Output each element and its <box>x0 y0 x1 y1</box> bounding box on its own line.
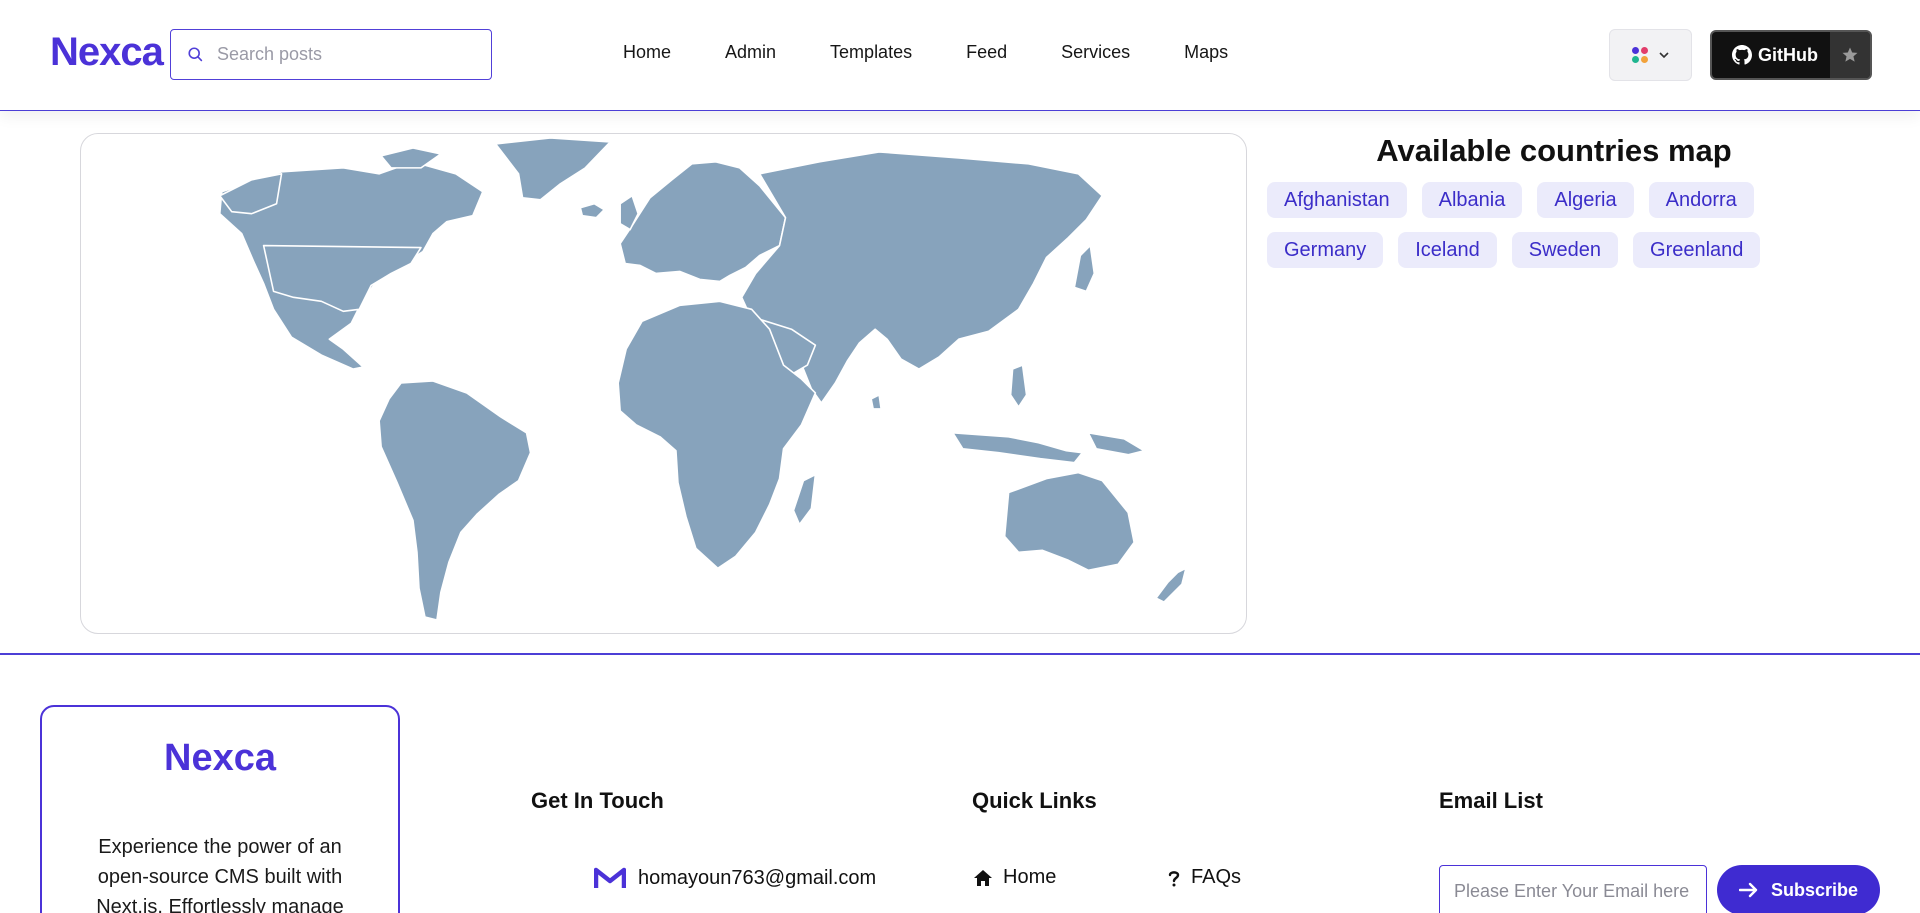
map-new-guinea <box>1087 432 1145 456</box>
map-iceland <box>579 202 606 219</box>
github-icon <box>1732 45 1752 65</box>
country-chip[interactable]: Sweden <box>1511 232 1619 268</box>
nav-home[interactable]: Home <box>623 42 671 63</box>
email-list-title: Email List <box>1439 788 1543 813</box>
quick-link-label: Home <box>1003 866 1057 888</box>
email-contact-text: homayoun763@gmail.com <box>638 866 877 889</box>
map-indonesia <box>952 432 1084 464</box>
map-greenland <box>494 137 612 201</box>
map-japan <box>1073 244 1096 293</box>
theme-selector-button[interactable] <box>1609 29 1692 81</box>
map-philippines <box>1009 364 1028 408</box>
search-input[interactable] <box>217 44 467 65</box>
home-icon <box>974 869 992 886</box>
arrow-right-icon <box>1738 882 1758 898</box>
palette-icon <box>1631 47 1648 63</box>
question-icon <box>1168 870 1180 886</box>
gmail-icon <box>594 867 626 888</box>
header: Nexca Home Admin Templates Feed Services… <box>0 0 1920 111</box>
map-south-america <box>378 380 532 621</box>
map-new-zealand <box>1155 567 1187 603</box>
world-map[interactable] <box>81 134 1246 633</box>
map-australia <box>1003 471 1135 572</box>
get-in-touch-title: Get In Touch <box>531 788 664 813</box>
quick-links-title: Quick Links <box>972 788 1097 813</box>
country-chips: Afghanistan Albania Algeria Andorra Germ… <box>1267 182 1787 268</box>
quick-link-faqs[interactable]: FAQs <box>1167 866 1241 889</box>
map-madagascar <box>792 473 817 526</box>
about-text: Experience the power of an open-source C… <box>96 836 344 913</box>
subscribe-label: Subscribe <box>1770 879 1859 900</box>
country-chip[interactable]: Greenland <box>1633 232 1761 268</box>
subscribe-button[interactable]: Subscribe <box>1717 865 1880 913</box>
nav-feed[interactable]: Feed <box>966 42 1007 63</box>
map-arctic-islands <box>380 147 442 169</box>
nav-services[interactable]: Services <box>1061 42 1130 63</box>
quick-link-home[interactable]: Home <box>973 866 1056 889</box>
nav-admin[interactable]: Admin <box>725 42 776 63</box>
about-card: Nexca Experience the power of an open-so… <box>40 705 400 913</box>
logo[interactable]: Nexca <box>50 30 164 75</box>
country-chip[interactable]: Iceland <box>1398 232 1497 268</box>
quick-link-label: FAQs <box>1191 866 1242 888</box>
nav-maps[interactable]: Maps <box>1184 42 1228 63</box>
email-contact[interactable]: homayoun763@gmail.com <box>594 866 876 890</box>
country-chip[interactable]: Andorra <box>1648 182 1754 218</box>
github-button[interactable]: GitHub <box>1710 30 1872 80</box>
footer-logo[interactable]: Nexca <box>42 737 398 780</box>
star-icon <box>1830 32 1870 78</box>
country-chip[interactable]: Algeria <box>1537 182 1634 218</box>
github-label: GitHub <box>1758 44 1818 65</box>
search-box[interactable] <box>170 29 492 80</box>
country-chip[interactable]: Albania <box>1421 182 1523 218</box>
world-map-card <box>80 133 1247 634</box>
section-divider <box>0 653 1920 655</box>
map-sri-lanka <box>870 394 882 410</box>
map-europe <box>619 161 787 283</box>
email-field[interactable] <box>1439 865 1707 913</box>
country-chip[interactable]: Afghanistan <box>1267 182 1407 218</box>
nav-templates[interactable]: Templates <box>830 42 912 63</box>
country-chip[interactable]: Germany <box>1267 232 1384 268</box>
main-nav: Home Admin Templates Feed Services Maps <box>623 42 1282 63</box>
countries-map-title: Available countries map <box>1376 133 1732 168</box>
chevron-down-icon <box>1658 52 1669 59</box>
search-icon <box>188 46 203 61</box>
